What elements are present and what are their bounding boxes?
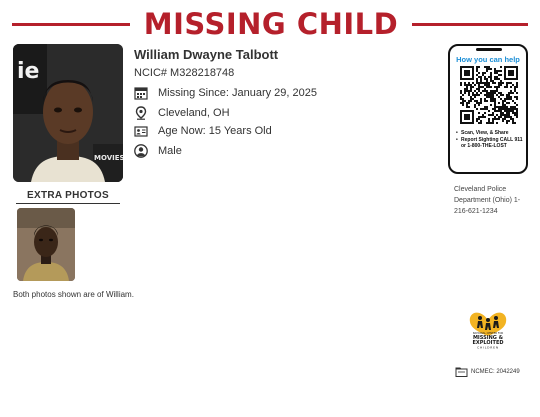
ncmec-logo-line-4: CHILDREN (477, 346, 499, 350)
phone-notch (476, 48, 502, 51)
person-icon (134, 144, 148, 158)
help-step-report: Report Sighting CALL 911 or 1-800-THE-LO… (456, 137, 524, 149)
id-card-icon (134, 124, 148, 138)
location-text: Cleveland, OH (158, 107, 230, 119)
age-row: Age Now: 15 Years Old (134, 123, 272, 139)
how-you-can-help-title: How you can help (456, 55, 520, 64)
sex-text: Male (158, 145, 182, 157)
ncic-number: NCIC# M328218748 (134, 67, 235, 79)
age-text: Age Now: 15 Years Old (158, 125, 272, 137)
calendar-icon (134, 86, 148, 100)
photo-sign-letters: ie (17, 59, 39, 84)
police-contact: Cleveland Police Department (Ohio) 1-216… (454, 186, 521, 215)
main-photo: ie MOVIES (13, 44, 123, 182)
photos-caption: Both photos shown are of William. (13, 290, 134, 299)
location-row: Cleveland, OH (134, 105, 230, 121)
location-pin-icon (134, 106, 148, 120)
header-rule-left (12, 23, 130, 26)
ncmec-case-number: NCMEC: 2042249 (455, 367, 520, 377)
page-title: MISSING CHILD (143, 7, 399, 41)
ncmec-case-number-text: NCMEC: 2042249 (471, 369, 520, 375)
extra-photo (17, 208, 75, 281)
case-folder-icon (455, 367, 468, 377)
qr-code-icon[interactable] (460, 66, 518, 129)
extra-photos-title: EXTRA PHOTOS (27, 190, 109, 201)
help-steps-list: Scan, View, & Share Report Sighting CALL… (456, 130, 524, 150)
header-rule-right (412, 23, 528, 26)
child-name: William Dwayne Talbott (134, 47, 279, 62)
missing-since-row: Missing Since: January 29, 2025 (134, 85, 317, 101)
help-step-scan: Scan, View, & Share (456, 130, 524, 136)
sex-row: Male (134, 143, 182, 159)
photo-sign-movies: MOVIES (94, 154, 123, 162)
ncmec-logo: NATIONAL CENTER FOR MISSING & EXPLOITED … (466, 304, 510, 350)
missing-since-text: Missing Since: January 29, 2025 (158, 87, 317, 99)
extra-photos-divider (16, 203, 120, 204)
header: MISSING CHILD (0, 6, 540, 42)
qr-phone-card: How you can help Scan, View, & Share Rep… (448, 44, 528, 174)
